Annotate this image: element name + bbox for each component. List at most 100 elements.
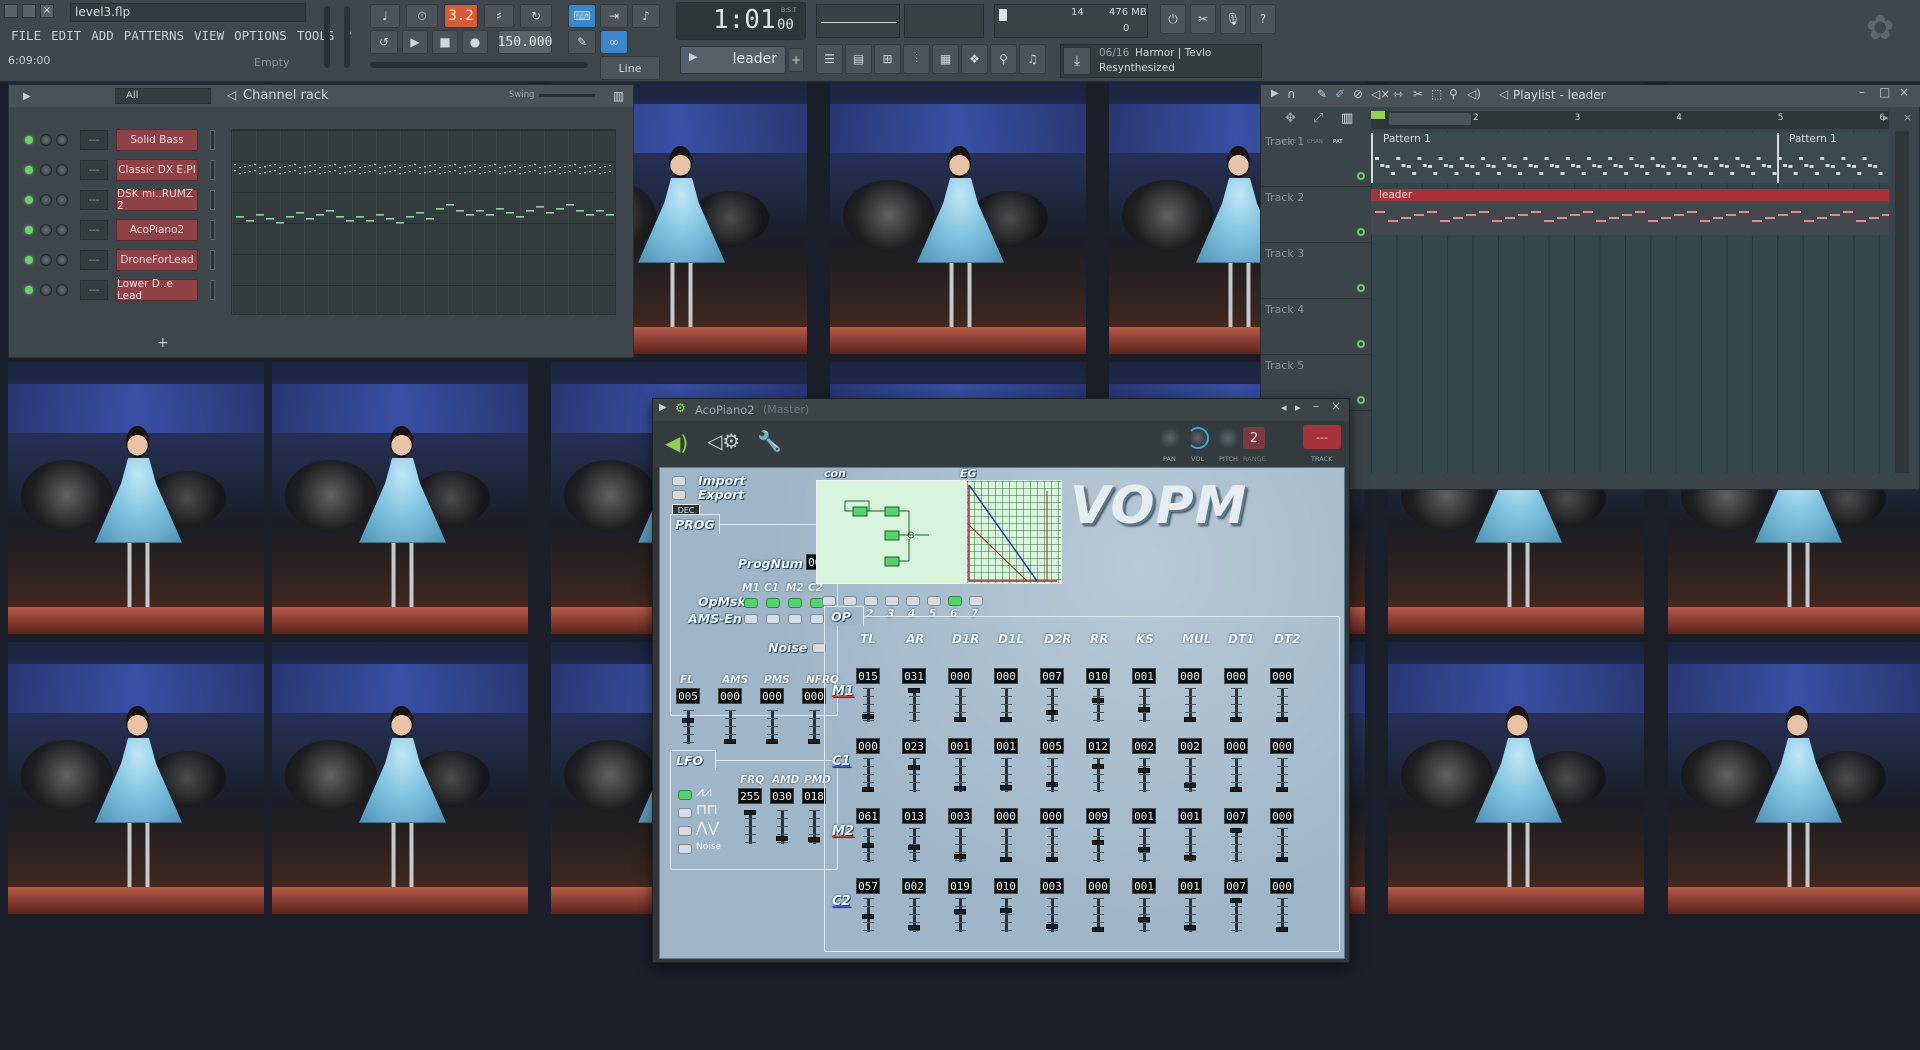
plugin-speaker-icon[interactable]: ◀)	[665, 431, 688, 455]
operator-param-slider[interactable]	[1000, 828, 1012, 862]
slider-thumb[interactable]	[808, 739, 820, 744]
operator-param-value[interactable]: 015	[856, 668, 880, 684]
operator-param-slider[interactable]	[1046, 828, 1058, 862]
add-channel-button[interactable]: +	[157, 335, 169, 351]
export-checkbox[interactable]	[672, 490, 686, 500]
track-header[interactable]: Track 4	[1261, 299, 1371, 355]
operator-param-value[interactable]: 005	[1040, 738, 1064, 754]
operator-param-slider[interactable]	[908, 758, 920, 792]
prog-param-slider[interactable]	[808, 710, 820, 744]
slider-thumb[interactable]	[1184, 717, 1196, 722]
ams-enable-checkbox[interactable]	[766, 614, 780, 624]
operator-param-slider[interactable]	[1000, 898, 1012, 932]
operator-param-slider[interactable]	[1000, 688, 1012, 722]
track-active-led[interactable]	[1357, 172, 1365, 180]
prog-param-value[interactable]: 000	[802, 688, 826, 704]
previous-preset-icon[interactable]: ◂	[1281, 401, 1287, 414]
operator-param-value[interactable]: 001	[1132, 668, 1156, 684]
operator-param-value[interactable]: 001	[1178, 878, 1202, 894]
channel-select-bar[interactable]	[210, 280, 215, 300]
operator-param-slider[interactable]	[1230, 758, 1242, 792]
track-active-led[interactable]	[1357, 284, 1365, 292]
algorithm-checkbox[interactable]	[948, 596, 962, 606]
slider-thumb[interactable]	[1138, 707, 1150, 712]
channel-mixer-track[interactable]: ---	[80, 190, 108, 210]
timeline-ruler[interactable]: 23456	[1371, 111, 1889, 129]
operator-param-slider[interactable]	[1092, 688, 1104, 722]
export-label[interactable]: Export	[698, 487, 744, 502]
slider-thumb[interactable]	[1276, 717, 1288, 722]
slider-thumb[interactable]	[1046, 857, 1058, 862]
channel-name-button[interactable]: Lower D..e Lead	[116, 278, 198, 302]
channel-name-button[interactable]: Solid Bass	[116, 129, 198, 151]
channel-row[interactable]: --- Solid Bass	[25, 129, 215, 151]
touch-controller-icon[interactable]: ♫	[1019, 44, 1046, 74]
operator-param-slider[interactable]	[1276, 758, 1288, 792]
op-mask-checkbox[interactable]	[744, 598, 758, 608]
typing-keyboard-icon[interactable]: ⌨	[568, 4, 596, 28]
delete-icon[interactable]: ⊘	[1353, 87, 1363, 101]
paint-icon[interactable]: ✐	[1335, 87, 1345, 101]
play-button[interactable]: ▶	[402, 30, 428, 54]
add-pattern-icon[interactable]: +	[788, 48, 804, 72]
slider-thumb[interactable]	[908, 925, 920, 930]
operator-param-value[interactable]: 000	[1270, 808, 1294, 824]
menu-item[interactable]: ADD	[86, 26, 119, 46]
channel-pan-knob[interactable]	[40, 164, 52, 176]
channel-name-button[interactable]: AcoPiano2	[116, 219, 198, 241]
op-mask-checkbox[interactable]	[788, 598, 802, 608]
channel-volume-knob[interactable]	[56, 284, 68, 296]
step-edit-icon[interactable]: ♯	[484, 4, 514, 28]
operator-param-slider[interactable]	[1230, 688, 1242, 722]
next-preset-icon[interactable]: ▸	[1295, 401, 1301, 414]
record-button[interactable]: ●	[462, 30, 488, 54]
operator-param-slider[interactable]	[1092, 758, 1104, 792]
operator-param-slider[interactable]	[1046, 898, 1058, 932]
magnet-icon[interactable]: ∩	[1287, 87, 1296, 101]
slider-thumb[interactable]	[1092, 764, 1104, 769]
algorithm-checkbox[interactable]	[864, 596, 878, 606]
channel-mixer-track[interactable]: ---	[80, 130, 108, 150]
channel-select-bar[interactable]	[210, 130, 215, 150]
step-forward-icon[interactable]: ⇥	[600, 4, 628, 28]
pattern-song-mode-led[interactable]: 3.2	[444, 4, 478, 28]
restore-icon[interactable]	[22, 4, 36, 18]
options-arrow-icon[interactable]: ▶	[1271, 88, 1279, 99]
slider-thumb[interactable]	[862, 914, 874, 919]
operator-param-slider[interactable]	[1184, 688, 1196, 722]
minimize-icon[interactable]	[4, 4, 18, 18]
operator-param-slider[interactable]	[1046, 688, 1058, 722]
loop-record-icon[interactable]: ↻	[520, 4, 552, 28]
channel-volume-knob[interactable]	[56, 254, 68, 266]
operator-param-value[interactable]: 000	[1040, 808, 1064, 824]
plugin-picker-icon[interactable]: ❖	[961, 44, 988, 74]
gear-icon[interactable]: ⚙	[675, 401, 686, 415]
prog-param-slider[interactable]	[682, 710, 694, 744]
slider-thumb[interactable]	[862, 714, 874, 719]
step-sequencer-grid[interactable]	[231, 129, 616, 315]
algorithm-checkbox[interactable]	[906, 596, 920, 606]
menu-item[interactable]: EDIT	[46, 26, 86, 46]
operator-param-value[interactable]: 000	[856, 738, 880, 754]
operator-param-slider[interactable]	[1000, 758, 1012, 792]
slider-thumb[interactable]	[1230, 717, 1242, 722]
operator-param-slider[interactable]	[1046, 758, 1058, 792]
channel-pan-knob[interactable]	[40, 224, 52, 236]
slider-thumb[interactable]	[1046, 782, 1058, 787]
channel-volume-knob[interactable]	[56, 224, 68, 236]
operator-param-value[interactable]: 000	[948, 668, 972, 684]
channel-filter-select[interactable]: All	[115, 88, 211, 104]
op-mask-checkbox[interactable]	[766, 598, 780, 608]
operator-param-value[interactable]: 000	[1270, 878, 1294, 894]
close-icon[interactable]: ×	[1903, 111, 1919, 129]
slider-thumb[interactable]	[1276, 787, 1288, 792]
slider-thumb[interactable]	[1230, 828, 1242, 833]
operator-param-value[interactable]: 002	[902, 878, 926, 894]
slider-thumb[interactable]	[862, 787, 874, 792]
import-label[interactable]: Import	[698, 473, 745, 488]
prog-param-slider[interactable]	[724, 710, 736, 744]
operator-param-value[interactable]: 000	[1178, 668, 1202, 684]
cpu-icon[interactable]: ⏻	[1160, 4, 1186, 34]
loop-icon[interactable]: ↺	[370, 30, 398, 54]
channel-mixer-track[interactable]: ---	[80, 220, 108, 240]
